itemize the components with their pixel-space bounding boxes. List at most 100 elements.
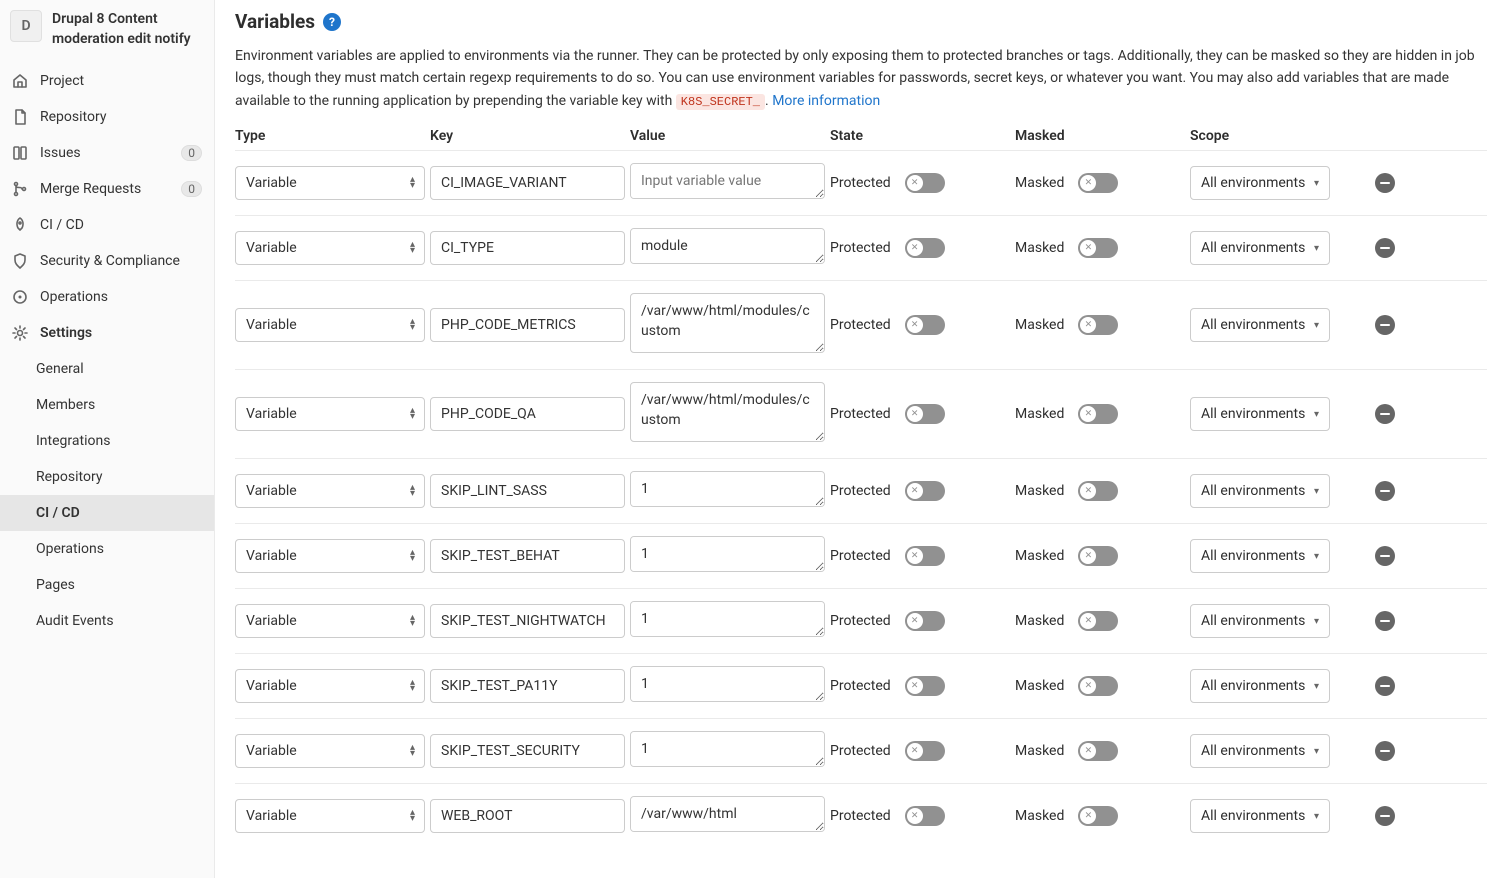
value-input[interactable]: [630, 601, 825, 637]
protected-toggle[interactable]: [905, 404, 945, 424]
sidebar-subitem-ci-cd[interactable]: CI / CD: [0, 495, 214, 531]
protected-label: Protected: [830, 743, 891, 759]
scope-select[interactable]: All environments▾: [1190, 669, 1330, 703]
remove-button[interactable]: [1375, 315, 1395, 335]
key-input[interactable]: [430, 539, 625, 573]
sidebar-item-operations[interactable]: Operations: [0, 279, 214, 315]
key-input[interactable]: [430, 166, 625, 200]
key-input[interactable]: [430, 474, 625, 508]
sidebar-item-repository[interactable]: Repository: [0, 99, 214, 135]
sidebar-item-label: Repository: [40, 109, 106, 125]
masked-toggle[interactable]: [1078, 481, 1118, 501]
sidebar-subitem-operations[interactable]: Operations: [0, 531, 214, 567]
key-input[interactable]: [430, 604, 625, 638]
masked-toggle[interactable]: [1078, 404, 1118, 424]
value-input[interactable]: [630, 731, 825, 767]
sidebar-subitem-pages[interactable]: Pages: [0, 567, 214, 603]
remove-button[interactable]: [1375, 676, 1395, 696]
scope-label: All environments: [1201, 483, 1305, 499]
protected-toggle[interactable]: [905, 315, 945, 335]
type-select[interactable]: Variable: [235, 604, 425, 638]
table-row: Variable▴▾ProtectedMaskedAll environment…: [235, 369, 1487, 458]
sidebar-item-settings[interactable]: Settings: [0, 315, 214, 351]
type-select[interactable]: Variable: [235, 539, 425, 573]
sidebar-item-ci-cd[interactable]: CI / CD: [0, 207, 214, 243]
remove-button[interactable]: [1375, 806, 1395, 826]
masked-toggle[interactable]: [1078, 676, 1118, 696]
project-header[interactable]: D Drupal 8 Content moderation edit notif…: [0, 0, 214, 63]
masked-toggle[interactable]: [1078, 611, 1118, 631]
type-select[interactable]: Variable: [235, 308, 425, 342]
masked-label: Masked: [1015, 743, 1064, 759]
scope-select[interactable]: All environments▾: [1190, 397, 1330, 431]
key-input[interactable]: [430, 669, 625, 703]
value-input[interactable]: [630, 536, 825, 572]
type-select[interactable]: Variable: [235, 231, 425, 265]
scope-select[interactable]: All environments▾: [1190, 539, 1330, 573]
masked-toggle[interactable]: [1078, 741, 1118, 761]
sidebar-subitem-integrations[interactable]: Integrations: [0, 423, 214, 459]
remove-button[interactable]: [1375, 404, 1395, 424]
protected-label: Protected: [830, 317, 891, 333]
scope-select[interactable]: All environments▾: [1190, 474, 1330, 508]
key-input[interactable]: [430, 799, 625, 833]
remove-button[interactable]: [1375, 546, 1395, 566]
value-input[interactable]: [630, 382, 825, 442]
sidebar-item-issues[interactable]: Issues0: [0, 135, 214, 171]
sidebar-subitem-members[interactable]: Members: [0, 387, 214, 423]
key-input[interactable]: [430, 397, 625, 431]
scope-select[interactable]: All environments▾: [1190, 604, 1330, 638]
key-input[interactable]: [430, 308, 625, 342]
value-input[interactable]: [630, 796, 825, 832]
key-input[interactable]: [430, 231, 625, 265]
sidebar-item-project[interactable]: Project: [0, 63, 214, 99]
protected-toggle[interactable]: [905, 741, 945, 761]
type-select[interactable]: Variable: [235, 397, 425, 431]
help-icon[interactable]: ?: [323, 13, 341, 31]
sidebar-item-label: Security & Compliance: [40, 253, 180, 269]
protected-toggle[interactable]: [905, 806, 945, 826]
sidebar-subitem-audit-events[interactable]: Audit Events: [0, 603, 214, 639]
more-info-link[interactable]: More information: [772, 93, 880, 109]
scope-select[interactable]: All environments▾: [1190, 166, 1330, 200]
masked-toggle[interactable]: [1078, 546, 1118, 566]
scope-select[interactable]: All environments▾: [1190, 734, 1330, 768]
masked-toggle[interactable]: [1078, 173, 1118, 193]
scope-label: All environments: [1201, 175, 1305, 191]
masked-toggle[interactable]: [1078, 315, 1118, 335]
protected-toggle[interactable]: [905, 611, 945, 631]
type-select[interactable]: Variable: [235, 799, 425, 833]
protected-toggle[interactable]: [905, 481, 945, 501]
scope-select[interactable]: All environments▾: [1190, 231, 1330, 265]
remove-button[interactable]: [1375, 741, 1395, 761]
key-input[interactable]: [430, 734, 625, 768]
remove-button[interactable]: [1375, 238, 1395, 258]
sidebar-subitem-general[interactable]: General: [0, 351, 214, 387]
protected-toggle[interactable]: [905, 238, 945, 258]
scope-select[interactable]: All environments▾: [1190, 308, 1330, 342]
type-select[interactable]: Variable: [235, 474, 425, 508]
protected-toggle[interactable]: [905, 546, 945, 566]
sidebar-subitem-repository[interactable]: Repository: [0, 459, 214, 495]
remove-button[interactable]: [1375, 481, 1395, 501]
value-input[interactable]: [630, 471, 825, 507]
value-input[interactable]: [630, 293, 825, 353]
type-select[interactable]: Variable: [235, 166, 425, 200]
remove-button[interactable]: [1375, 173, 1395, 193]
value-input[interactable]: [630, 163, 825, 199]
masked-toggle[interactable]: [1078, 238, 1118, 258]
scope-select[interactable]: All environments▾: [1190, 799, 1330, 833]
protected-toggle[interactable]: [905, 173, 945, 193]
type-select[interactable]: Variable: [235, 669, 425, 703]
value-input[interactable]: [630, 228, 825, 264]
th-value: Value: [630, 128, 825, 144]
sidebar-item-merge-requests[interactable]: Merge Requests0: [0, 171, 214, 207]
protected-toggle[interactable]: [905, 676, 945, 696]
remove-button[interactable]: [1375, 611, 1395, 631]
masked-label: Masked: [1015, 317, 1064, 333]
type-select[interactable]: Variable: [235, 734, 425, 768]
sidebar-item-security-compliance[interactable]: Security & Compliance: [0, 243, 214, 279]
value-input[interactable]: [630, 666, 825, 702]
masked-toggle[interactable]: [1078, 806, 1118, 826]
section-title-text: Variables: [235, 10, 315, 33]
